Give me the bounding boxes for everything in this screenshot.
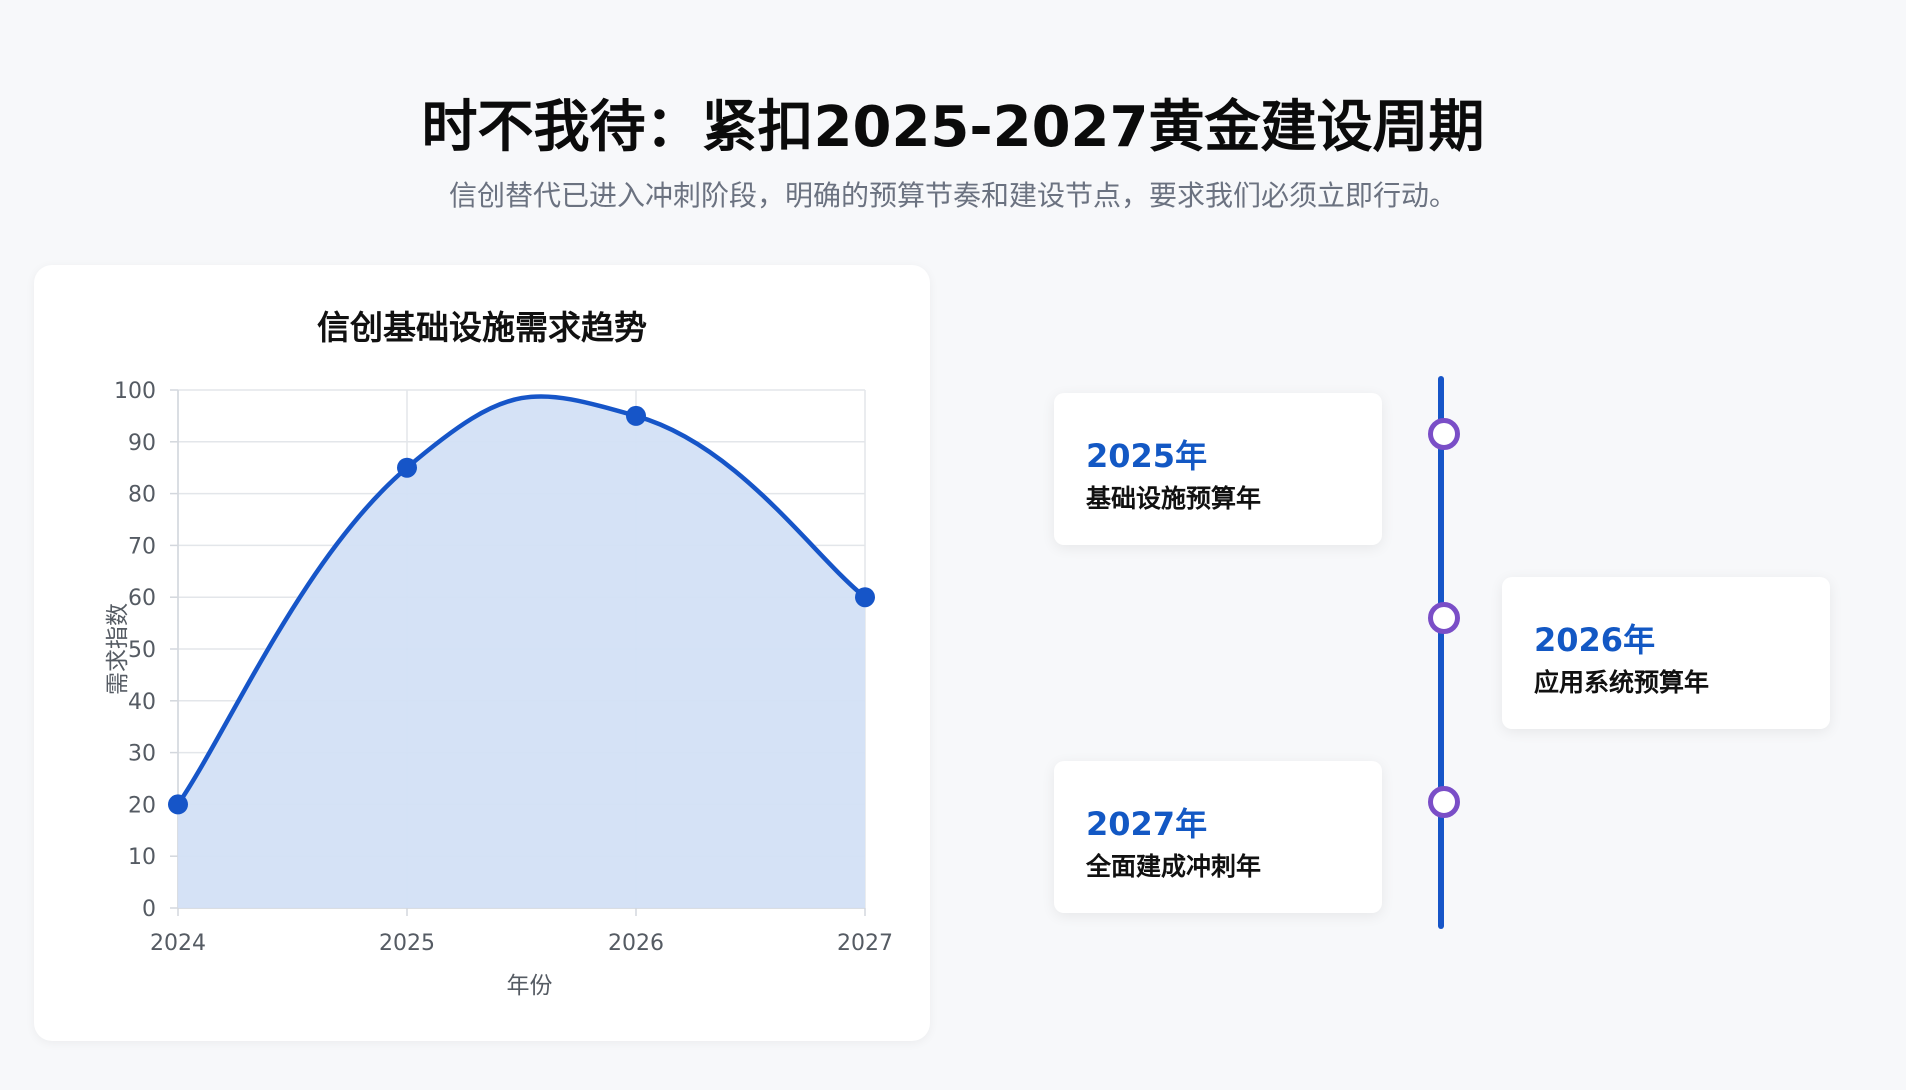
y-tick-label: 70	[128, 534, 156, 559]
y-tick-label: 80	[128, 483, 156, 508]
y-tick-label: 0	[142, 897, 156, 922]
data-point-2026	[626, 405, 646, 426]
x-axis-label: 年份	[507, 973, 553, 999]
timeline-year: 2026年	[1534, 621, 1656, 659]
data-point-2024	[168, 794, 188, 815]
y-tick-label: 60	[128, 586, 156, 611]
timeline-dot-2027	[1428, 786, 1460, 818]
timeline-card-2025: 2025年 基础设施预算年	[1054, 393, 1382, 545]
y-tick-label: 30	[128, 742, 156, 767]
x-tick-label: 2025	[379, 931, 435, 956]
y-tick-label: 20	[128, 793, 156, 818]
timeline-line	[1438, 376, 1444, 929]
x-tick-label: 2024	[150, 931, 206, 956]
y-axis-label: 需求指数	[105, 603, 131, 695]
y-tick-label: 90	[128, 431, 156, 456]
x-tick-label: 2027	[837, 931, 893, 956]
page-title: 时不我待：紧扣2025-2027黄金建设周期	[421, 95, 1485, 160]
timeline-label: 应用系统预算年	[1534, 668, 1710, 697]
timeline-year: 2025年	[1086, 437, 1208, 475]
page: 时不我待：紧扣2025-2027黄金建设周期 信创替代已进入冲刺阶段，明确的预算…	[0, 0, 1906, 1090]
y-tick-label: 100	[114, 379, 156, 404]
chart-title: 信创基础设施需求趋势	[317, 308, 647, 347]
timeline-card-2027: 2027年 全面建成冲刺年	[1054, 761, 1382, 913]
timeline-dot-2025	[1428, 418, 1460, 450]
page-subtitle: 信创替代已进入冲刺阶段，明确的预算节奏和建设节点，要求我们必须立即行动。	[448, 179, 1457, 212]
timeline-label: 全面建成冲刺年	[1086, 852, 1262, 881]
y-tick-label: 50	[128, 638, 156, 663]
x-tick-label: 2026	[608, 931, 664, 956]
y-tick-label: 40	[128, 690, 156, 715]
data-point-2025	[397, 457, 417, 478]
series-area	[178, 396, 865, 908]
timeline-year: 2027年	[1086, 805, 1208, 843]
timeline-label: 基础设施预算年	[1086, 484, 1262, 513]
data-point-2027	[855, 587, 875, 608]
chart-card: 信创基础设施需求趋势 0 10 20 30 40 50 60 70 80 90 100 2024 2025…	[34, 265, 930, 1041]
timeline-card-2026: 2026年 应用系统预算年	[1502, 577, 1830, 729]
trend-chart: 信创基础设施需求趋势 0 10 20 30 40 50 60 70 80 90 100 2024 2025…	[105, 308, 893, 999]
timeline-dot-2026	[1428, 602, 1460, 634]
y-tick-label: 10	[128, 845, 156, 870]
